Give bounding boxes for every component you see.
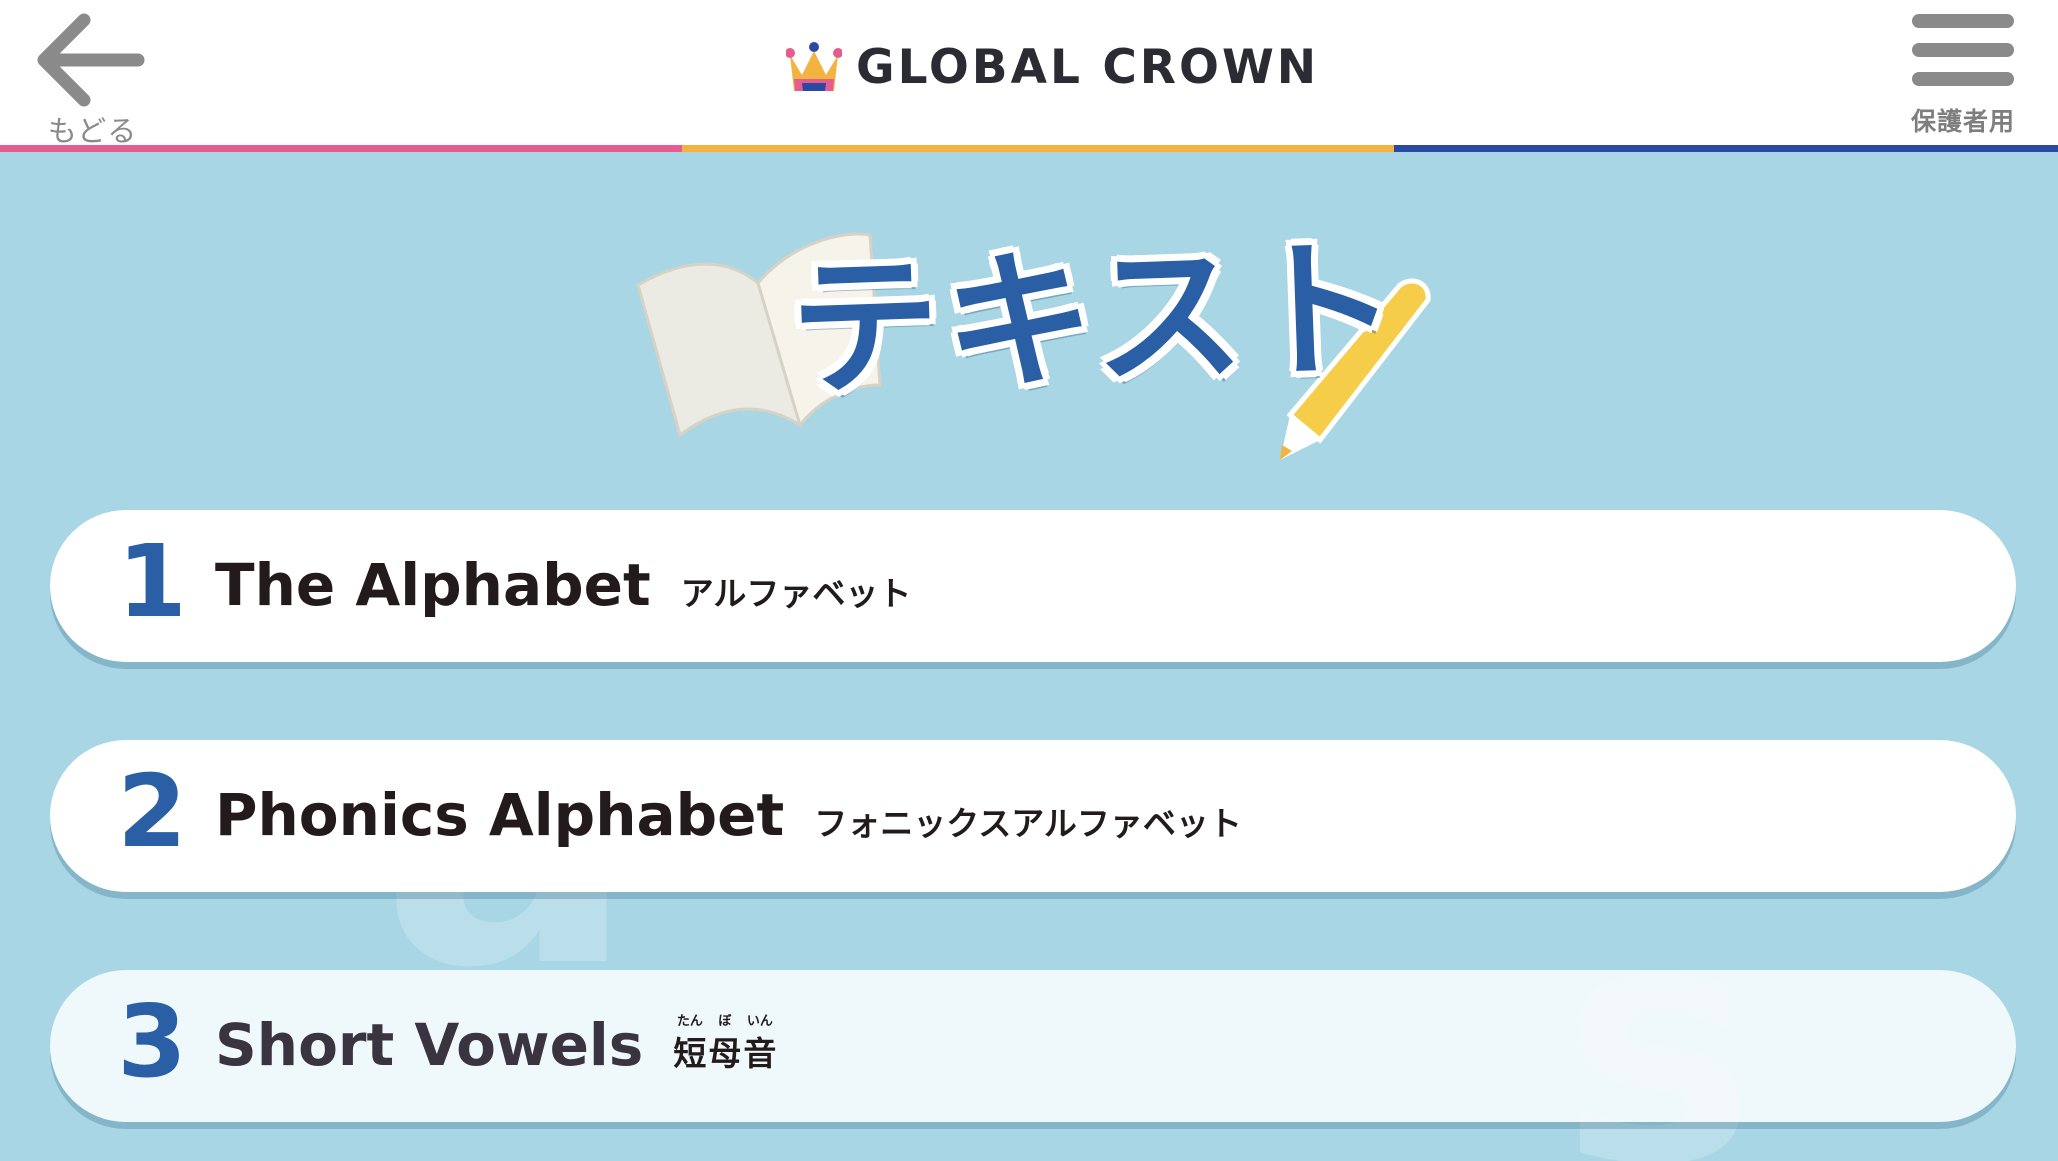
lesson-number: 1 [117,523,187,640]
parent-menu-button[interactable]: 保護者用 [1908,10,2018,136]
header-stripe-blue [1394,145,2058,152]
app-header: もどる GLOBAL CROWN 保護者用 [0,0,2058,148]
kanji: 母 [708,1034,742,1073]
header-stripe-pink [0,145,682,152]
lesson-item-1[interactable]: 1 The Alphabet アルファベット [50,510,2016,662]
subtitle-char: たん 短 [673,1015,707,1073]
lesson-subtitle: フォニックスアルファベット [814,804,1242,843]
lesson-title-text: Phonics Alphabet [215,781,785,849]
logo-text: GLOBAL CROWN [856,39,1320,95]
page-title: テキスト [787,222,1405,418]
lesson-number: 2 [117,753,187,870]
back-button[interactable]: もどる [30,8,155,148]
page-title-banner: テキスト [630,215,1431,475]
lesson-title: The Alphabet アルファベット [215,556,911,614]
crown-logo-icon [786,42,842,91]
hamburger-menu-icon [1912,72,2014,86]
subtitle-char: いん 音 [743,1015,777,1073]
app-screen: a s もどる GLOBAL CROWN 保護者用 [0,0,2058,1161]
subtitle-char: ぼ 母 [708,1015,742,1073]
lesson-item-3[interactable]: 3 Short Vowels たん 短 ぼ 母 いん 音 [50,970,2016,1122]
lesson-item-2[interactable]: 2 Phonics Alphabet フォニックスアルファベット [50,740,2016,892]
lesson-title: Phonics Alphabet フォニックスアルファベット [215,786,1242,844]
kanji: 短 [673,1034,707,1073]
lesson-title: Short Vowels たん 短 ぼ 母 いん 音 [215,1011,777,1079]
furigana: いん [746,1014,773,1029]
lesson-title-text: Short Vowels [215,1011,644,1079]
brand-logo: GLOBAL CROWN [786,36,1319,98]
furigana: たん [676,1014,703,1029]
back-label: もどる [47,114,138,148]
arrow-left-icon [37,13,145,107]
hamburger-menu-icon [1912,14,2014,28]
kanji: 音 [743,1034,777,1073]
parent-menu-label: 保護者用 [1910,107,2015,136]
furigana: ぼ [718,1014,732,1029]
lesson-number: 3 [117,983,187,1100]
header-stripe-yellow [682,145,1394,152]
lesson-title-text: The Alphabet [215,551,651,619]
lesson-subtitle: たん 短 ぼ 母 いん 音 [673,1015,777,1073]
lesson-subtitle: アルファベット [680,574,912,613]
hamburger-menu-icon [1912,43,2014,57]
